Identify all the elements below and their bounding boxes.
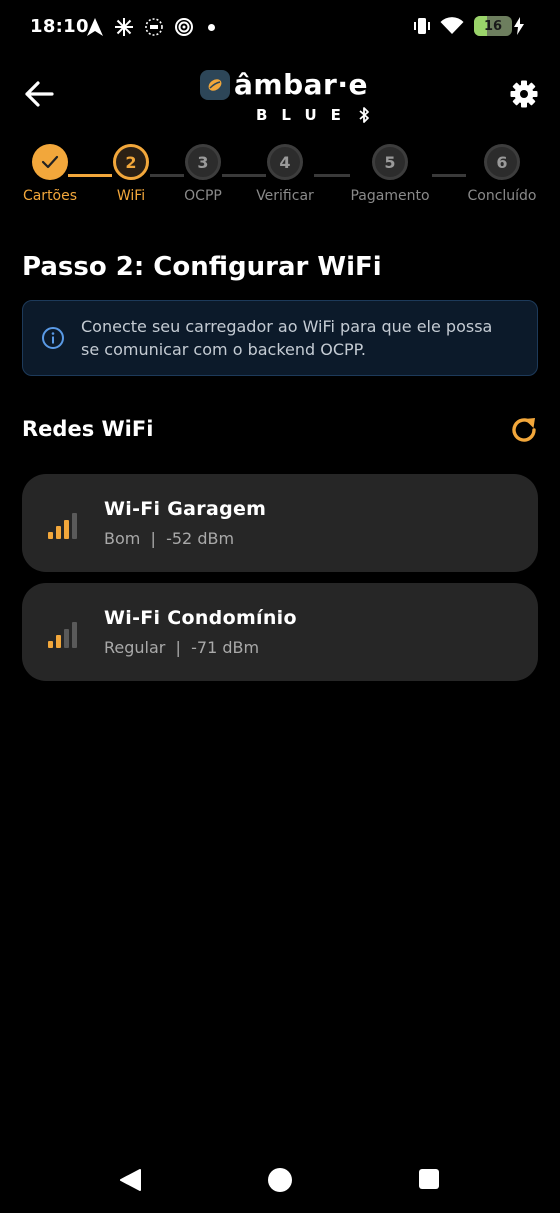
network-name: Wi-Fi Garagem <box>104 498 267 520</box>
bluetooth-icon <box>359 107 369 123</box>
signal-strength-icon <box>48 622 77 648</box>
info-banner: Conecte seu carregador ao WiFi para que … <box>22 300 538 376</box>
step-cartoes[interactable]: Cartões <box>5 144 95 204</box>
back-button[interactable] <box>20 75 58 113</box>
vibrate-icon <box>414 18 430 34</box>
network-quality: Regular <box>104 638 166 657</box>
brand-logo: âmbar·e BLUE <box>200 68 380 128</box>
step-label: Cartões <box>22 188 78 204</box>
network-item[interactable]: Wi-Fi Garagem Bom | -52 dBm <box>22 474 538 572</box>
logo-sub: BLUE <box>256 106 355 124</box>
battery-icon: 16 <box>474 16 512 36</box>
dot-icon <box>208 23 215 31</box>
logo-word: âmbar·e <box>234 68 368 101</box>
step-number: 3 <box>185 144 221 180</box>
system-nav-bar <box>0 1150 560 1213</box>
arrow-left-icon <box>25 81 54 107</box>
step-ocpp[interactable]: 3 OCPP <box>158 144 248 204</box>
logo-mark-icon <box>200 70 230 100</box>
nav-back-icon[interactable] <box>118 1168 142 1192</box>
info-icon <box>42 327 64 349</box>
info-text: Conecte seu carregador ao WiFi para que … <box>81 317 493 359</box>
gear-icon <box>510 80 538 108</box>
circle-dashed-icon <box>145 18 163 36</box>
section-title: Redes WiFi <box>22 417 154 441</box>
page-title: Passo 2: Configurar WiFi <box>22 252 382 282</box>
wifi-icon <box>440 17 464 34</box>
network-item[interactable]: Wi-Fi Condomínio Regular | -71 dBm <box>22 583 538 681</box>
status-icons-right: 16 <box>414 16 524 36</box>
status-time: 18:10 <box>30 16 89 37</box>
step-label: OCPP <box>184 188 222 204</box>
step-number: 6 <box>484 144 520 180</box>
navigation-icon <box>87 18 103 36</box>
battery-level: 16 <box>483 18 503 34</box>
status-bar: 18:10 16 <box>0 0 560 56</box>
step-concluido[interactable]: 6 Concluído <box>457 144 547 204</box>
step-label: Concluído <box>467 188 537 204</box>
signal-strength-icon <box>48 513 77 539</box>
network-quality: Bom <box>104 529 141 548</box>
nav-home-icon[interactable] <box>268 1168 292 1192</box>
refresh-icon <box>512 418 536 442</box>
step-verificar[interactable]: 4 Verificar <box>240 144 330 204</box>
step-label: Pagamento <box>350 188 430 204</box>
refresh-button[interactable] <box>506 412 542 448</box>
step-label: Verificar <box>256 188 314 204</box>
checkmark-icon <box>32 144 68 180</box>
sparkle-icon <box>115 18 133 36</box>
setup-stepper: Cartões 2 WiFi 3 OCPP 4 Verificar 5 Paga… <box>0 140 560 210</box>
spiral-icon <box>175 18 193 36</box>
nav-recents-icon[interactable] <box>419 1169 439 1189</box>
step-number: 5 <box>372 144 408 180</box>
step-number: 4 <box>267 144 303 180</box>
network-name: Wi-Fi Condomínio <box>104 607 297 629</box>
status-icons-left <box>86 17 215 37</box>
step-pagamento[interactable]: 5 Pagamento <box>345 144 435 204</box>
charging-icon <box>514 17 524 35</box>
network-detail: Regular | -71 dBm <box>104 638 260 657</box>
step-number: 2 <box>113 144 149 180</box>
settings-button[interactable] <box>506 76 542 112</box>
network-signal: -71 dBm <box>191 638 260 657</box>
network-signal: -52 dBm <box>166 529 235 548</box>
network-detail: Bom | -52 dBm <box>104 529 235 548</box>
